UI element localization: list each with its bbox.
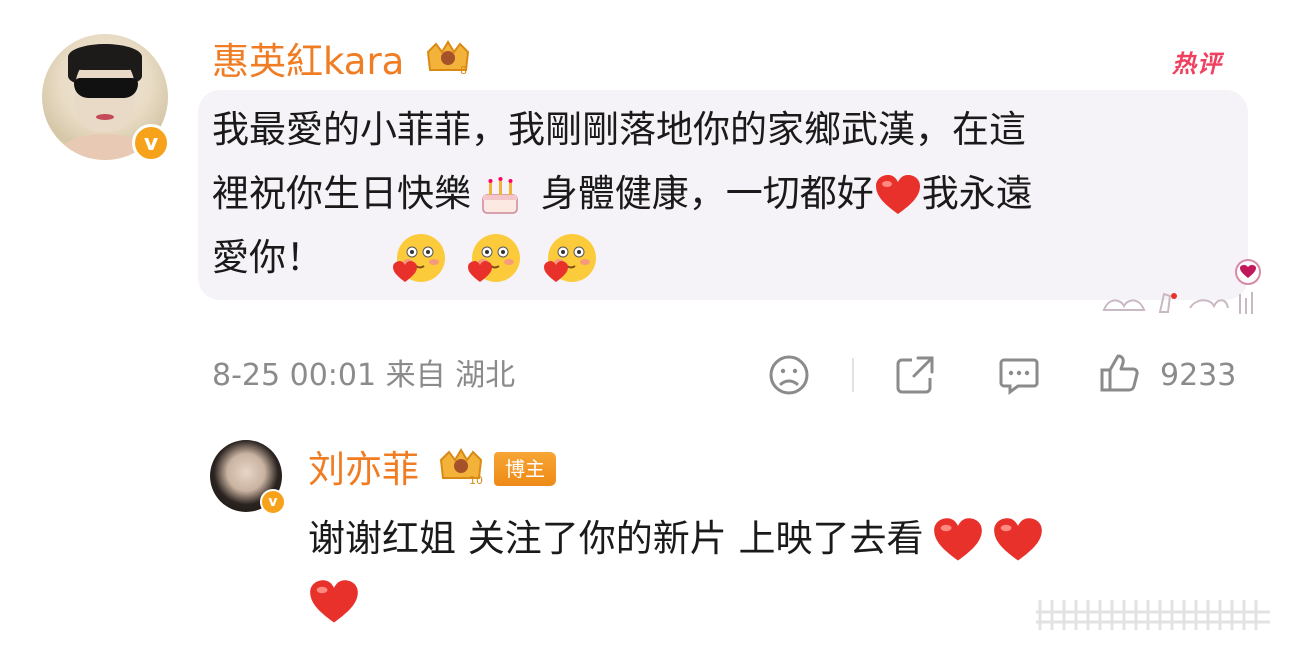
comment-line-3: 愛你！ xyxy=(212,226,1242,290)
commenter-username[interactable]: 惠英紅kara 8 xyxy=(212,38,474,84)
author-badge: 博主 xyxy=(494,452,556,486)
comment-icon[interactable] xyxy=(998,354,1040,396)
crown-icon: 10 xyxy=(439,448,483,486)
svg-text:8: 8 xyxy=(460,64,467,77)
heart-emoji xyxy=(933,517,982,560)
crown-icon: 8 xyxy=(427,40,470,77)
reply-line-1: 谢谢红姐 关注了你的新片 上映了去看 xyxy=(308,508,1268,570)
thumbs-up-icon[interactable] xyxy=(1098,352,1140,394)
share-icon[interactable] xyxy=(894,354,936,396)
watermark-icon xyxy=(1036,600,1270,630)
comment-line-2: 裡祝你生日快樂 身體健康，一切都好 我永遠 xyxy=(212,162,1242,226)
like-count: 9233 xyxy=(1160,358,1237,393)
heart-emoji xyxy=(310,579,358,622)
hot-comment-badge: 热评 xyxy=(1172,50,1222,78)
cake-emoji xyxy=(482,176,518,214)
comment-timestamp: 8-25 00:01 来自 湖北 xyxy=(212,358,516,393)
svg-text:10: 10 xyxy=(469,474,483,486)
blush-face-emoji xyxy=(392,233,445,282)
comment-line-1: 我最愛的小菲菲，我剛剛落地你的家鄉武漢，在這 xyxy=(212,108,1026,151)
action-divider xyxy=(852,358,854,392)
bubble-decoration-icon xyxy=(1102,259,1261,314)
replier-username[interactable]: 刘亦菲 10 xyxy=(308,446,487,492)
sad-face-icon[interactable] xyxy=(768,354,810,396)
verified-icon: v xyxy=(132,124,170,162)
verified-icon: v xyxy=(260,489,286,515)
heart-emoji xyxy=(993,517,1042,560)
blush-face-emoji xyxy=(544,233,597,282)
heart-emoji xyxy=(875,174,920,214)
blush-face-emoji xyxy=(468,233,521,282)
comment-text: 我最愛的小菲菲，我剛剛落地你的家鄉武漢，在這 裡祝你生日快樂 身體健康，一切都好… xyxy=(212,98,1242,290)
